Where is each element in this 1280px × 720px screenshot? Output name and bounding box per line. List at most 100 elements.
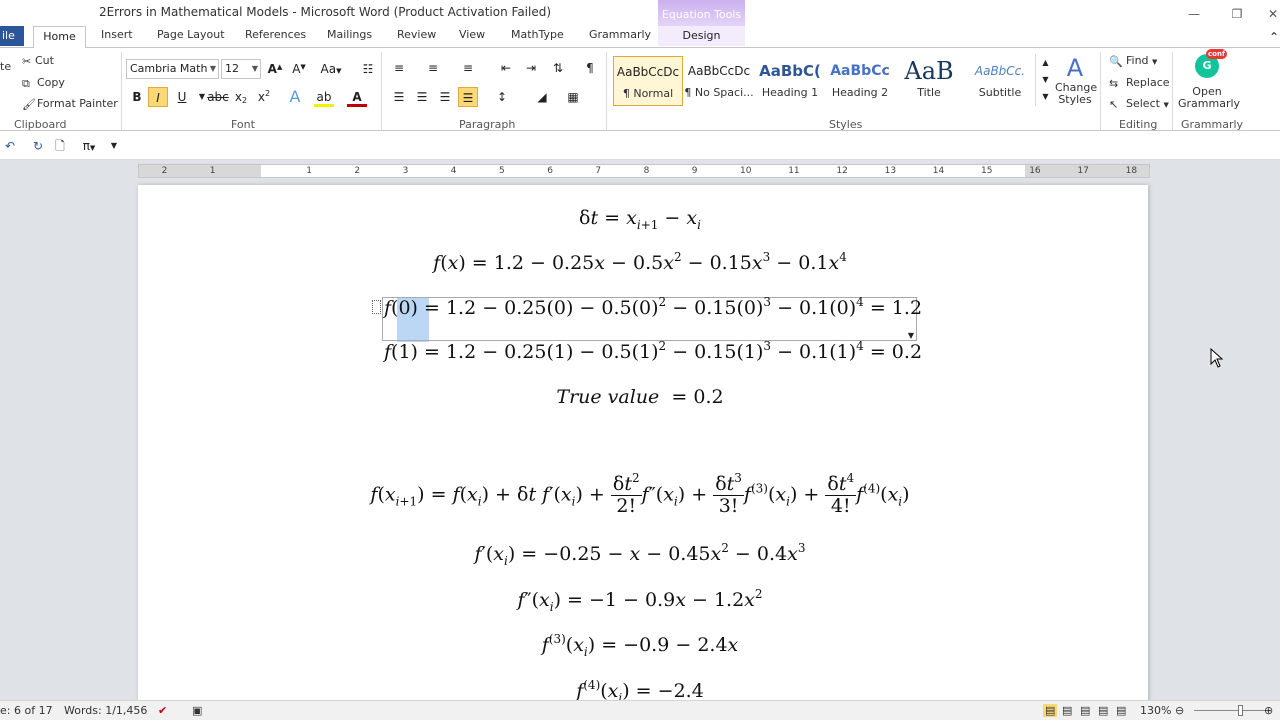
font-color-icon[interactable]: A: [347, 87, 367, 107]
highlight-icon[interactable]: ab: [314, 87, 334, 107]
open-grammarly-button[interactable]: G conf Open Grammarly: [1178, 49, 1241, 110]
bullets-icon[interactable]: ≡: [389, 58, 409, 78]
change-styles-icon: A: [1066, 54, 1084, 82]
change-case-button[interactable]: Aa▼: [318, 59, 344, 79]
equation-true-value: True value = 0.2: [556, 386, 724, 408]
tab-file[interactable]: ile: [0, 26, 24, 46]
minimize-button[interactable]: —: [1180, 0, 1208, 26]
font-size-combo[interactable]: 12 ▼: [221, 59, 261, 79]
macro-recording-icon[interactable]: ▣: [192, 704, 202, 717]
full-screen-view-icon[interactable]: ▤: [1062, 704, 1072, 717]
select-button[interactable]: ↖ Select ▼: [1109, 97, 1169, 111]
print-layout-view-icon[interactable]: ▤: [1043, 704, 1058, 717]
zoom-slider-track[interactable]: [1194, 710, 1270, 711]
subscript-icon[interactable]: x2: [231, 87, 251, 107]
equation-first-derivative: f′(xi) = −0.25 − x − 0.45x2 − 0.4x3: [474, 541, 806, 568]
numbering-icon[interactable]: ≡: [423, 58, 443, 78]
tab-view[interactable]: View: [459, 28, 485, 41]
tab-grammarly[interactable]: Grammarly: [589, 28, 651, 41]
document-icon[interactable]: 🗋: [50, 136, 70, 156]
decrease-indent-icon[interactable]: ⇤: [496, 58, 516, 78]
horizontal-ruler[interactable]: 2 1 1 2 3 4 5 6 7 8 9 10 11 12 13 14 15 16 17 18: [138, 164, 1150, 178]
sort-icon[interactable]: ⇅: [548, 58, 568, 78]
tab-mailings[interactable]: Mailings: [327, 28, 372, 41]
underline-icon[interactable]: U: [172, 87, 192, 107]
tab-references[interactable]: References: [245, 28, 306, 41]
superscript-icon[interactable]: x2: [254, 87, 274, 107]
italic-icon[interactable]: I: [148, 87, 168, 107]
align-left-icon[interactable]: ☰: [389, 87, 409, 107]
equation-pi-icon[interactable]: π▼: [76, 136, 102, 156]
customize-toolbar-icon[interactable]: ▼: [104, 136, 124, 156]
change-styles-button[interactable]: A Change Styles: [1055, 54, 1097, 106]
tab-insert[interactable]: Insert: [101, 28, 133, 41]
word-count[interactable]: Words: 1/1,456: [64, 704, 147, 717]
align-center-icon[interactable]: ☰: [412, 87, 432, 107]
paragraph-group-label: Paragraph: [459, 118, 516, 131]
format-painter-label: Format Painter: [37, 97, 118, 110]
ruler-number: 15: [981, 166, 993, 176]
close-button[interactable]: ✕: [1259, 0, 1280, 26]
shrink-font-icon[interactable]: A▼: [289, 59, 309, 79]
grow-font-icon[interactable]: A▲: [265, 59, 285, 79]
multilevel-list-icon[interactable]: ≡: [458, 58, 478, 78]
ribbon-collapse-icon[interactable]: ⌃: [1264, 27, 1280, 47]
zoom-in-icon[interactable]: ⊕: [1264, 704, 1273, 717]
redo-icon[interactable]: ↻: [28, 136, 48, 156]
text-effects-icon[interactable]: A: [285, 87, 305, 107]
line-spacing-icon[interactable]: ↕: [492, 87, 512, 107]
increase-indent-icon[interactable]: ⇥: [521, 58, 541, 78]
proofing-icon[interactable]: ✔: [158, 704, 167, 717]
shading-icon[interactable]: ◢: [532, 87, 552, 107]
equation-drag-handle[interactable]: [372, 300, 381, 314]
style-no-spacing[interactable]: AaBbCcDc ¶ No Spaci...: [684, 56, 754, 106]
tab-mathtype[interactable]: MathType: [511, 28, 564, 41]
style-heading-2[interactable]: AaBbCc Heading 2: [825, 56, 895, 106]
zoom-out-icon[interactable]: ⊖: [1175, 704, 1184, 717]
bold-icon[interactable]: B: [127, 87, 147, 107]
clear-formatting-icon[interactable]: ☷: [358, 59, 378, 79]
cut-button[interactable]: ✂ Cut: [22, 54, 54, 68]
style-title[interactable]: AaB Title: [894, 56, 964, 106]
align-right-icon[interactable]: ☰: [435, 87, 455, 107]
font-name-combo[interactable]: Cambria Math ▼: [126, 59, 219, 79]
page-count[interactable]: e: 6 of 17: [0, 704, 53, 717]
web-layout-view-icon[interactable]: ▤: [1080, 704, 1090, 717]
window-title: 2Errors in Mathematical Models - Microso…: [98, 5, 552, 19]
justify-icon[interactable]: ☰: [458, 87, 478, 107]
borders-icon[interactable]: ▦: [563, 87, 583, 107]
draft-view-icon[interactable]: ▤: [1116, 704, 1126, 717]
tab-home[interactable]: Home: [33, 26, 86, 48]
ribbon: te ✂ Cut ⧉ Copy 🖌Format Painter Clipboard …: [0, 47, 1280, 131]
divider: [121, 52, 122, 130]
strikethrough-icon[interactable]: abc: [207, 87, 229, 107]
find-button[interactable]: 🔍 Find ▼: [1109, 54, 1157, 68]
style-subtitle[interactable]: AaBbCc. Subtitle: [965, 56, 1035, 106]
outline-view-icon[interactable]: ▤: [1098, 704, 1108, 717]
tab-design[interactable]: Design: [658, 26, 745, 46]
select-label: Select: [1126, 97, 1160, 110]
chevron-down-icon: ▼: [209, 64, 216, 73]
style-name: ¶ No Spaci...: [684, 86, 754, 99]
open-grammarly-label: Open Grammarly: [1178, 85, 1241, 110]
style-heading-1[interactable]: AaBbC( Heading 1: [755, 56, 825, 106]
pilcrow-icon[interactable]: ¶: [580, 58, 600, 78]
zoom-slider-thumb[interactable]: [1238, 705, 1243, 716]
zoom-level[interactable]: 130%: [1140, 704, 1171, 717]
ruler-number: 2: [161, 166, 168, 176]
scissors-icon: ✂: [22, 55, 32, 68]
mouse-cursor-icon: [1210, 348, 1224, 368]
copy-button[interactable]: ⧉ Copy: [22, 76, 65, 90]
undo-icon[interactable]: ↶: [0, 136, 20, 156]
tab-review[interactable]: Review: [397, 28, 436, 41]
equation-f-0: f(0) = 1.2 − 0.25(0) − 0.5(0)2 − 0.15(0)…: [384, 295, 923, 319]
paste-button[interactable]: te: [0, 60, 11, 73]
replace-button[interactable]: ⇆ Replace: [1109, 76, 1170, 90]
style-normal[interactable]: AaBbCcDc ¶ Normal: [613, 56, 683, 106]
equation-options-chevron-icon[interactable]: ▼: [908, 331, 914, 340]
replace-icon: ⇆: [1109, 77, 1119, 90]
styles-scroll-icon[interactable]: ▲ ▼ ▼: [1035, 54, 1055, 106]
tab-page-layout[interactable]: Page Layout: [157, 28, 225, 41]
format-painter-button[interactable]: 🖌Format Painter: [22, 97, 118, 111]
restore-button[interactable]: ❐: [1223, 0, 1251, 26]
